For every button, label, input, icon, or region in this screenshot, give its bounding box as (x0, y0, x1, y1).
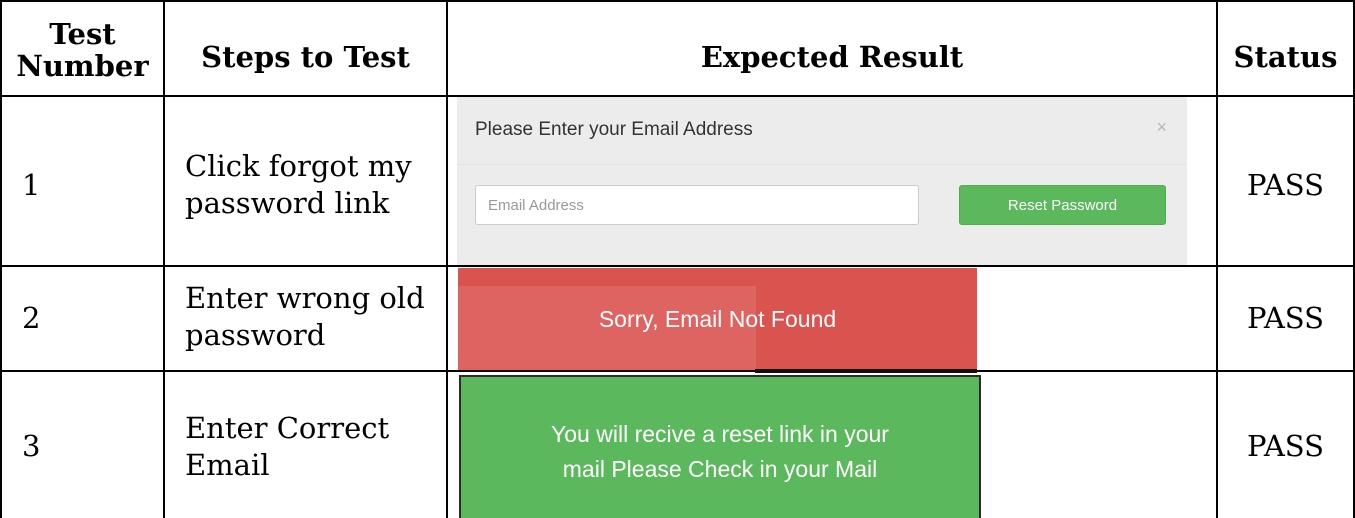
row-2-steps-line2: password (185, 318, 326, 352)
reset-password-button[interactable]: Reset Password (959, 185, 1166, 225)
row-2-steps-line1: Enter wrong old (185, 281, 425, 315)
row-1-steps-line2: password link (185, 186, 390, 220)
header-test-number-line2: Number (16, 49, 149, 83)
error-alert-text: Sorry, Email Not Found (598, 305, 837, 332)
row-3-status: PASS (1246, 429, 1325, 463)
table-row-divider (0, 265, 1355, 267)
close-icon[interactable]: × (1156, 117, 1167, 138)
header-test-number-line1: Test (49, 17, 116, 51)
header-steps-to-test: Steps to Test (201, 40, 410, 74)
row-3-steps-line2: Email (185, 448, 270, 482)
error-alert: Sorry, Email Not Found (458, 268, 977, 370)
row-3-steps-line1: Enter Correct (185, 411, 390, 445)
test-results-table: Test Number Steps to Test Expected Resul… (0, 0, 1355, 518)
row-1-number: 1 (22, 168, 41, 202)
row-1-steps-line1: Click forgot my (185, 149, 412, 183)
success-alert-line2: mail Please Check in your Mail (562, 456, 878, 482)
row-3-number: 3 (22, 429, 41, 463)
email-address-input[interactable] (475, 185, 919, 225)
row-1-status: PASS (1246, 168, 1325, 202)
row-2-status: PASS (1246, 301, 1325, 335)
success-alert: You will recive a reset link in your mai… (459, 375, 981, 518)
table-column-divider (163, 0, 165, 518)
header-test-number: Test Number (2, 18, 163, 82)
table-row-divider (0, 370, 1355, 372)
header-status: Status (1233, 40, 1338, 74)
row-3-steps: Enter Correct Email (185, 410, 389, 484)
alert-shadow-bar (755, 369, 977, 373)
row-2-steps: Enter wrong old password (185, 280, 425, 354)
modal-divider (457, 164, 1187, 165)
table-column-divider (446, 0, 448, 518)
row-2-number: 2 (22, 301, 41, 335)
table-border-top (0, 0, 1355, 2)
header-expected-result: Expected Result (700, 40, 964, 74)
row-1-steps: Click forgot my password link (185, 148, 412, 222)
forgot-password-modal: Please Enter your Email Address × Reset … (457, 97, 1187, 265)
modal-title: Please Enter your Email Address (475, 119, 753, 140)
success-alert-line1: You will recive a reset link in your (551, 421, 889, 447)
